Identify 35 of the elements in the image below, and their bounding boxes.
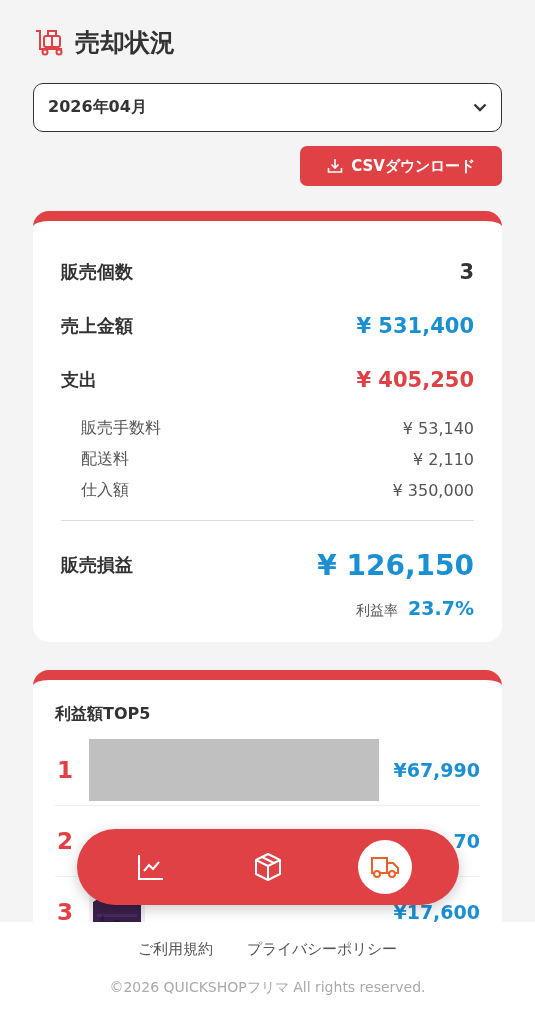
margin-label: 利益率: [356, 602, 399, 620]
box-icon: [254, 852, 282, 882]
expense-label: 販売手数料: [81, 418, 161, 439]
expense-value: ¥ 2,110: [412, 450, 474, 469]
expense-label: 仕入額: [81, 480, 129, 501]
expense-label: 配送料: [81, 449, 129, 470]
profit-amount: 70: [453, 830, 480, 852]
rank-number: 2: [56, 828, 74, 854]
profit-amount: ¥17,600: [392, 901, 480, 922]
page-title: 売却状況: [75, 26, 175, 59]
summary-value: 3: [459, 260, 474, 284]
profit-label: 販売損益: [61, 553, 133, 577]
summary-label: 支出: [61, 368, 97, 392]
csv-download-button[interactable]: CSVダウンロード: [300, 146, 502, 186]
section-title: 利益額TOP5: [55, 704, 152, 725]
chart-icon: [137, 853, 166, 881]
truck-icon: [369, 855, 400, 879]
rank-number: 1: [56, 757, 74, 783]
summary-label: 売上金額: [61, 314, 133, 338]
footer-link[interactable]: プライバシーポリシー: [247, 940, 397, 959]
profit-value: ¥ 126,150: [317, 548, 474, 582]
download-icon: [327, 158, 344, 174]
profit-amount: ¥67,990: [393, 759, 480, 781]
footer-link[interactable]: ご利用規約: [138, 940, 213, 959]
summary-value: ¥ 405,250: [356, 368, 474, 392]
summary-value: ¥ 531,400: [356, 314, 474, 338]
margin-value: 23.7%: [408, 597, 474, 619]
rank-number: 3: [56, 899, 74, 922]
expense-value: ¥ 350,000: [392, 481, 474, 500]
expense-value: ¥ 53,140: [402, 419, 474, 438]
month-select[interactable]: 2026年04月: [33, 83, 502, 132]
summary-label: 販売個数: [61, 260, 133, 284]
chevron-down-icon: [473, 103, 487, 112]
nav-tab[interactable]: [357, 840, 412, 894]
copyright: ©2026 QUICKSHOPフリマ All rights reserved.: [108, 979, 427, 997]
